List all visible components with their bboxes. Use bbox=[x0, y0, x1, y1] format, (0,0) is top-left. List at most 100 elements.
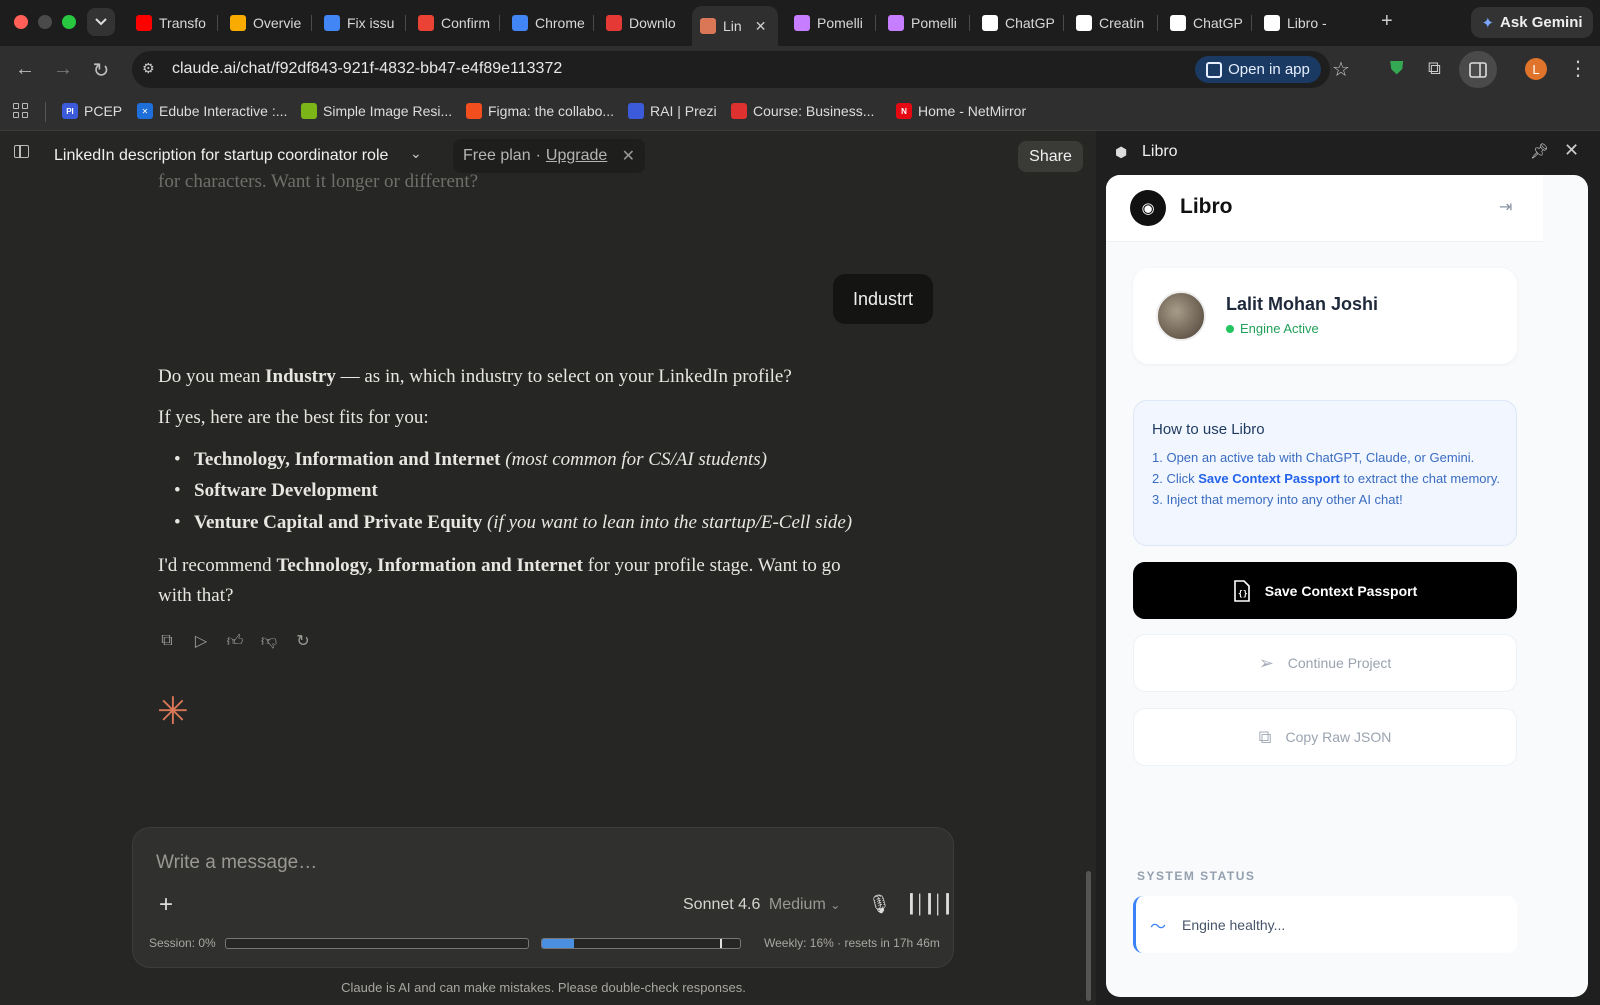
maximize-window-button[interactable] bbox=[62, 15, 76, 29]
open-in-app-button[interactable]: Open in app bbox=[1195, 56, 1321, 83]
copy-raw-json-button[interactable]: ⧉ Copy Raw JSON bbox=[1133, 708, 1517, 766]
engine-status-text: Engine Active bbox=[1240, 321, 1319, 336]
bookmark-item[interactable]: Simple Image Resi... bbox=[301, 103, 452, 119]
add-attachment-button[interactable]: + bbox=[159, 891, 173, 919]
tab-1[interactable]: Overvie bbox=[222, 8, 308, 38]
save-context-passport-button[interactable]: {} Save Context Passport bbox=[1133, 562, 1517, 619]
new-tab-button[interactable]: + bbox=[1381, 10, 1393, 33]
text: 2. Click bbox=[1152, 471, 1199, 486]
apps-grid-icon[interactable] bbox=[13, 103, 29, 119]
tab-6[interactable]: Lin ✕ bbox=[692, 6, 778, 46]
open-in-app-label: Open in app bbox=[1228, 61, 1310, 78]
bookmark-item[interactable]: Figma: the collabo... bbox=[466, 103, 614, 119]
logout-icon[interactable]: ⇥ bbox=[1499, 197, 1512, 217]
ask-gemini-button[interactable]: ✦ Ask Gemini bbox=[1471, 7, 1593, 38]
bookmark-label: Figma: the collabo... bbox=[488, 103, 615, 119]
response-paragraph: I'd recommend Technology, Information an… bbox=[158, 551, 878, 610]
bookmark-star-icon[interactable]: ☆ bbox=[1332, 57, 1350, 82]
microphone-icon[interactable]: 🎙︎ bbox=[868, 894, 891, 915]
how-to-card: How to use Libro 1. Open an active tab w… bbox=[1133, 400, 1517, 546]
bookmark-item[interactable]: PI PCEP bbox=[62, 103, 122, 119]
bookmark-label: Course: Business... bbox=[753, 103, 875, 119]
share-button[interactable]: Share bbox=[1018, 141, 1083, 172]
step-item: 2. Click Save Context Passport to extrac… bbox=[1152, 468, 1502, 489]
thumbs-up-icon[interactable]: 👍︎ bbox=[226, 632, 244, 650]
message-actions: ⧉ ▷ 👍︎ 👎︎ ↻ bbox=[158, 632, 312, 650]
bookmark-item[interactable]: ✕ Edube Interactive :... bbox=[137, 103, 287, 119]
more-menu-icon[interactable]: ⋮ bbox=[1568, 56, 1588, 81]
close-window-button[interactable] bbox=[14, 15, 28, 29]
list-item: Software Development bbox=[174, 476, 878, 506]
tab-2[interactable]: Fix issu bbox=[316, 8, 402, 38]
close-tab-icon[interactable]: ✕ bbox=[755, 18, 767, 35]
tab-7[interactable]: Pomelli bbox=[786, 8, 872, 38]
site-settings-icon[interactable]: ⚙ bbox=[142, 60, 160, 78]
tab-8[interactable]: Pomelli bbox=[880, 8, 966, 38]
back-arrow-icon[interactable]: ← bbox=[13, 58, 37, 81]
chevron-down-icon: ⌄ bbox=[830, 898, 841, 912]
bookmark-favicon-icon bbox=[301, 103, 317, 119]
tab-10[interactable]: Creatin bbox=[1068, 8, 1154, 38]
bookmark-item[interactable]: Course: Business... bbox=[731, 103, 874, 119]
chatgpt-icon bbox=[982, 15, 998, 31]
bookmark-favicon-icon: ✕ bbox=[137, 103, 153, 119]
text: Do you mean bbox=[158, 366, 266, 387]
side-panel-button[interactable] bbox=[1459, 51, 1497, 88]
tab-3[interactable]: Confirm bbox=[410, 8, 496, 38]
system-status-card: 〜 Engine healthy... bbox=[1133, 896, 1517, 953]
tab-11[interactable]: ChatGP bbox=[1162, 8, 1248, 38]
pomelli-icon bbox=[888, 15, 904, 31]
reload-icon[interactable]: ↻ bbox=[89, 58, 113, 83]
disclaimer-text: Claude is AI and can make mistakes. Plea… bbox=[341, 980, 746, 995]
message-input[interactable]: Write a message… bbox=[156, 852, 317, 874]
tab-label: Pomelli bbox=[911, 15, 957, 31]
tab-label: Libro - bbox=[1287, 15, 1327, 31]
bookmark-label: Home - NetMirror bbox=[918, 103, 1027, 119]
bold-text: Venture Capital and Private Equity bbox=[194, 511, 483, 533]
shield-extension-icon[interactable]: ⛊ bbox=[1390, 58, 1404, 79]
chevron-down-icon[interactable]: ⌄ bbox=[410, 145, 422, 162]
gemini-sparkle-icon: ✦ bbox=[1481, 14, 1495, 32]
tab-12[interactable]: Libro - bbox=[1256, 8, 1342, 38]
tab-label: Lin bbox=[723, 18, 742, 34]
bold-text: Technology, Information and Internet bbox=[194, 448, 501, 470]
avatar bbox=[1156, 291, 1206, 341]
close-icon[interactable]: ✕ bbox=[622, 146, 635, 166]
industry-list: Technology, Information and Internet (mo… bbox=[174, 445, 878, 538]
tab-separator bbox=[969, 15, 970, 31]
url-text[interactable]: claude.ai/chat/f92df843-921f-4832-bb47-e… bbox=[172, 60, 562, 78]
profile-avatar[interactable]: L bbox=[1525, 58, 1547, 80]
extensions-puzzle-icon[interactable]: ⧉ bbox=[1428, 58, 1441, 79]
thumbs-down-icon[interactable]: 👎︎ bbox=[260, 632, 278, 650]
scrollbar[interactable] bbox=[1086, 871, 1091, 1001]
play-icon[interactable]: ▷ bbox=[192, 632, 210, 650]
continue-project-button[interactable]: ➢ Continue Project bbox=[1133, 634, 1517, 692]
list-item: Technology, Information and Internet (mo… bbox=[174, 445, 878, 475]
close-icon[interactable]: ✕ bbox=[1564, 140, 1579, 161]
bookmarks-bar: PI PCEP ✕ Edube Interactive :... Simple Imag… bbox=[0, 93, 1600, 131]
sidebar-toggle-icon[interactable] bbox=[14, 145, 29, 158]
plan-banner: Free plan · Upgrade ✕ bbox=[453, 139, 645, 173]
bookmark-item[interactable]: RAI | Prezi bbox=[628, 103, 717, 119]
copy-icon[interactable]: ⧉ bbox=[158, 632, 176, 650]
browser-toolbar: ← → ↻ ⚙ claude.ai/chat/f92df843-921f-483… bbox=[0, 46, 1600, 93]
continue-button-label: Continue Project bbox=[1287, 655, 1392, 671]
tab-0[interactable]: Transfo bbox=[128, 8, 214, 38]
tab-5[interactable]: Downlo bbox=[598, 8, 684, 38]
pin-icon[interactable]: 📌︎ bbox=[1530, 142, 1549, 160]
heart-icon bbox=[606, 15, 622, 31]
model-selector[interactable]: Sonnet 4.6 Medium ⌄ bbox=[683, 896, 840, 914]
forward-arrow-icon[interactable]: → bbox=[51, 58, 75, 81]
address-bar[interactable]: ⚙ claude.ai/chat/f92df843-921f-4832-bb47… bbox=[132, 51, 1350, 88]
upgrade-link[interactable]: Upgrade bbox=[546, 147, 607, 165]
voice-mode-icon[interactable]: ┃│┃│┃ bbox=[906, 894, 953, 915]
retry-icon[interactable]: ↻ bbox=[294, 632, 312, 650]
tab-label: Pomelli bbox=[817, 15, 863, 31]
tab-9[interactable]: ChatGP bbox=[974, 8, 1060, 38]
bookmark-item[interactable]: N Home - NetMirror bbox=[896, 103, 1026, 119]
minimize-window-button[interactable] bbox=[38, 15, 52, 29]
chat-title[interactable]: LinkedIn description for startup coordin… bbox=[54, 147, 388, 165]
status-badge: Engine Active bbox=[1226, 321, 1319, 336]
tab-4[interactable]: Chrome bbox=[504, 8, 590, 38]
tab-search-button[interactable] bbox=[87, 8, 115, 36]
